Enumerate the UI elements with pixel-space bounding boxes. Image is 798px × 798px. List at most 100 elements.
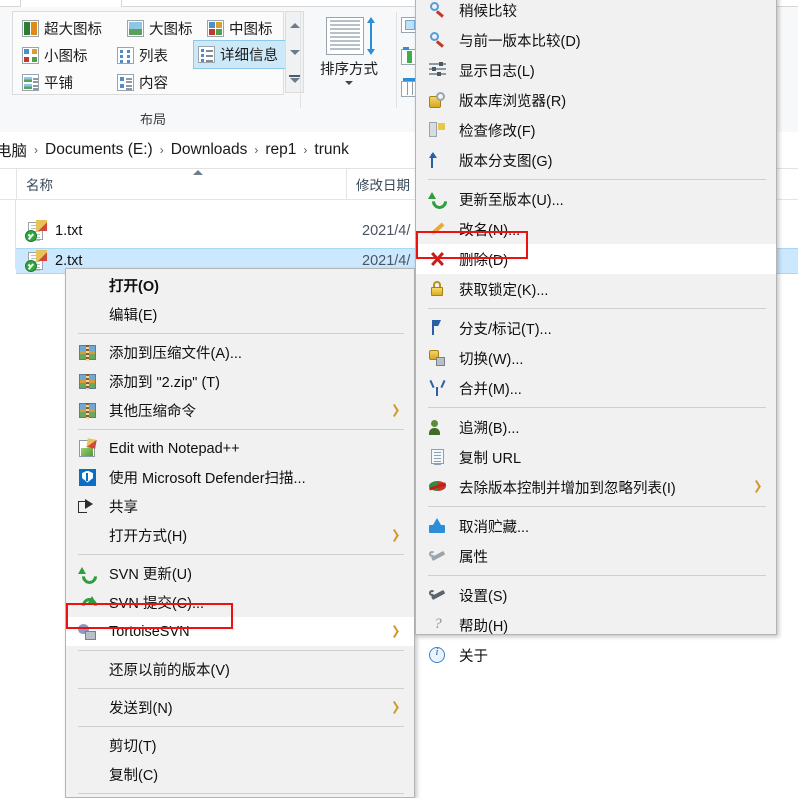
- about-info-icon: [428, 646, 448, 664]
- menu-item-label: 共享: [109, 500, 138, 516]
- context-menu-item-edit-with-notepadpp[interactable]: Edit with Notepad++: [66, 434, 414, 463]
- share-icon: [78, 498, 98, 516]
- menu-item-label: 属性: [459, 549, 488, 566]
- view-option-large-icons[interactable]: 大图标: [123, 15, 197, 41]
- svn-update-arrow-icon: [428, 190, 448, 208]
- submenu-item-properties[interactable]: 属性: [416, 541, 776, 571]
- context-menu-item-open-with[interactable]: 打开方式(H): [66, 521, 414, 550]
- chevron-right-icon: [393, 405, 400, 416]
- wrench-dark-icon: [428, 586, 448, 604]
- context-menu-item-share[interactable]: 共享: [66, 492, 414, 521]
- menu-item-label: 稍候比较: [459, 3, 517, 20]
- menu-item-label: 添加到压缩文件(A)...: [109, 346, 242, 362]
- file-context-menu[interactable]: 打开(O) 编辑(E) 添加到压缩文件(A)... 添加到 "2.zip" (T…: [65, 268, 415, 798]
- content-view-icon: [117, 73, 134, 91]
- submenu-item-copy-url[interactable]: 复制 URL: [416, 442, 776, 472]
- no-icon: [78, 306, 98, 324]
- context-menu-item-other-archive-commands[interactable]: 其他压缩命令: [66, 396, 414, 425]
- submenu-item-rename[interactable]: 改名(N)...: [416, 214, 776, 244]
- sort-ascending-icon: [193, 170, 203, 175]
- context-menu-item-copy[interactable]: 复制(C): [66, 760, 414, 789]
- submenu-item-repo-browser[interactable]: 版本库浏览器(R): [416, 85, 776, 115]
- menu-item-label: 与前一版本比较(D): [459, 33, 581, 50]
- submenu-item-merge[interactable]: 合并(M)...: [416, 373, 776, 403]
- menu-item-label: 帮助(H): [459, 618, 509, 635]
- tortoisesvn-submenu[interactable]: 稍候比较 与前一版本比较(D) 显示日志(L) 版本库浏览器(R) 检查修改(F…: [415, 0, 777, 665]
- ribbon-group-sort: 排序方式: [305, 7, 393, 131]
- ribbon-tab-stub[interactable]: [20, 0, 122, 7]
- submenu-item-unversion-add-ignore[interactable]: 去除版本控制并增加到忽略列表(I): [416, 472, 776, 502]
- submenu-item-show-log[interactable]: 显示日志(L): [416, 55, 776, 85]
- context-menu-item-edit[interactable]: 编辑(E): [66, 300, 414, 329]
- submenu-item-check-modifications[interactable]: 检查修改(F): [416, 115, 776, 145]
- menu-item-label: SVN 更新(U): [109, 567, 192, 583]
- breadcrumb-item-1[interactable]: Documents (E:): [45, 141, 153, 159]
- switch-icon: [428, 349, 448, 367]
- list-view-icon: [117, 46, 134, 64]
- context-menu-item-cut[interactable]: 剪切(T): [66, 731, 414, 760]
- submenu-item-diff-later[interactable]: 稍候比较: [416, 0, 776, 25]
- submenu-item-get-lock[interactable]: 获取锁定(K)...: [416, 274, 776, 304]
- menu-separator: [78, 793, 404, 794]
- context-menu-item-send-to[interactable]: 发送到(N): [66, 693, 414, 722]
- breadcrumb-item-4[interactable]: trunk: [314, 141, 348, 159]
- submenu-item-update-to-revision[interactable]: 更新至版本(U)...: [416, 184, 776, 214]
- view-option-list[interactable]: 列表: [113, 42, 172, 68]
- submenu-item-switch[interactable]: 切换(W)...: [416, 343, 776, 373]
- view-option-medium-icons[interactable]: 中图标: [203, 15, 277, 41]
- ignore-icon: [428, 478, 448, 496]
- menu-separator: [78, 688, 404, 689]
- breadcrumb-item-3[interactable]: rep1: [265, 141, 296, 159]
- svn-update-arrow-icon: [78, 565, 98, 583]
- svn-commit-arrow-icon: [78, 594, 98, 612]
- view-option-label: 内容: [139, 75, 168, 92]
- context-menu-item-add-to-archive[interactable]: 添加到压缩文件(A)...: [66, 338, 414, 367]
- context-menu-item-add-to-2zip[interactable]: 添加到 "2.zip" (T): [66, 367, 414, 396]
- submenu-item-help[interactable]: ? 帮助(H): [416, 610, 776, 640]
- view-option-details[interactable]: 详细信息: [193, 40, 295, 69]
- submenu-item-about[interactable]: 关于: [416, 640, 776, 670]
- menu-separator: [428, 575, 766, 576]
- blame-icon: [428, 418, 448, 436]
- context-menu-item-open[interactable]: 打开(O): [66, 271, 414, 300]
- submenu-item-diff-with-previous[interactable]: 与前一版本比较(D): [416, 25, 776, 55]
- submenu-item-delete[interactable]: 删除(D): [416, 244, 776, 274]
- view-option-tiles[interactable]: 平铺: [18, 69, 77, 95]
- chevron-right-icon: ›: [303, 143, 308, 157]
- repository-browser-icon: [428, 91, 448, 109]
- column-header-name[interactable]: 名称: [16, 169, 346, 199]
- view-option-content[interactable]: 内容: [113, 69, 172, 95]
- view-option-label: 小图标: [44, 48, 88, 65]
- ribbon-group-divider: [300, 12, 301, 108]
- breadcrumb-item-2[interactable]: Downloads: [171, 141, 248, 159]
- submenu-item-blame[interactable]: 追溯(B)...: [416, 412, 776, 442]
- chevron-right-icon: [393, 626, 400, 637]
- view-option-label: 详细信息: [220, 48, 278, 64]
- breadcrumb-item-0[interactable]: 电脑: [0, 139, 27, 161]
- context-menu-item-svn-commit[interactable]: SVN 提交(C)...: [66, 588, 414, 617]
- context-menu-item-scan-with-defender[interactable]: 使用 Microsoft Defender扫描...: [66, 463, 414, 492]
- menu-item-label: 打开(O): [109, 279, 159, 295]
- extra-large-icons-icon: [22, 19, 39, 37]
- view-option-extra-large-icons[interactable]: 超大图标: [18, 15, 106, 41]
- text-file-versioned-icon: [25, 250, 47, 272]
- merge-icon: [428, 379, 448, 397]
- submenu-item-branch-tag[interactable]: 分支/标记(T)...: [416, 313, 776, 343]
- context-menu-item-restore-previous-versions[interactable]: 还原以前的版本(V): [66, 655, 414, 684]
- submenu-item-settings[interactable]: 设置(S): [416, 580, 776, 610]
- submenu-item-unstash[interactable]: 取消贮藏...: [416, 511, 776, 541]
- submenu-item-revision-graph[interactable]: 版本分支图(G): [416, 145, 776, 175]
- context-menu-item-svn-update[interactable]: SVN 更新(U): [66, 559, 414, 588]
- view-option-label: 超大图标: [44, 21, 102, 38]
- context-menu-item-tortoisesvn[interactable]: TortoiseSVN: [66, 617, 414, 646]
- zip-archive-icon: [78, 373, 98, 391]
- view-option-small-icons[interactable]: 小图标: [18, 42, 92, 68]
- view-gallery-scrollbar[interactable]: [285, 11, 304, 93]
- menu-item-label: 版本库浏览器(R): [459, 93, 567, 110]
- menu-item-label: 设置(S): [459, 588, 508, 605]
- menu-separator: [78, 429, 404, 430]
- unstash-icon: [428, 517, 448, 535]
- sort-by-button[interactable]: 排序方式: [311, 15, 387, 87]
- no-icon: [78, 527, 98, 545]
- document-icon: [428, 448, 448, 466]
